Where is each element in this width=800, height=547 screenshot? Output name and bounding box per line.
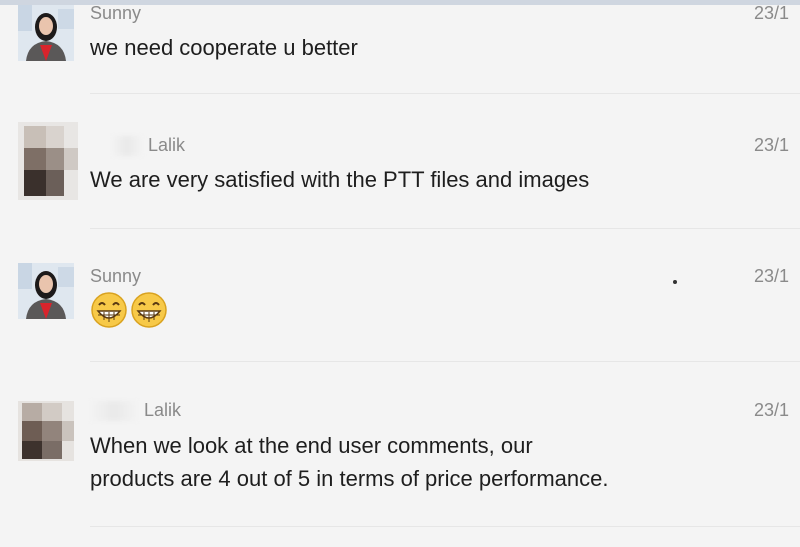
sunny-avatar-image [18,263,74,319]
avatar-lalik[interactable] [18,122,78,200]
sender-name: Sunny [90,266,142,286]
message-time: 23/1 [754,266,790,286]
message-item[interactable]: Lalik 23/1 When we look at the end user … [0,393,800,528]
lalik-avatar-image [18,401,74,461]
cursor-dot [673,280,677,284]
sunny-avatar-image [18,5,74,61]
message-divider [90,228,800,229]
message-divider [90,526,800,527]
message-time: 23/1 [754,135,790,155]
message-divider [90,361,800,362]
message-text[interactable]: we need cooperate u better [90,31,780,64]
avatar-sunny[interactable] [18,263,74,319]
redacted-name [88,401,140,422]
message-item[interactable]: Sunny 23/1 [0,263,800,363]
message-line: products are 4 out of 5 in terms of pric… [90,466,609,491]
sender-name-text: Lalik [144,400,182,420]
message-text[interactable]: When we look at the end user comments, o… [90,429,780,495]
message-divider [90,93,800,94]
redacted-name [110,136,144,157]
sender-name: Lalik [110,135,186,157]
message-item[interactable]: Sunny 23/1 we need cooperate u better [0,3,800,95]
message-time: 23/1 [754,3,790,23]
message-emojis[interactable] [90,291,780,329]
sender-name-text: Lalik [148,135,186,155]
sender-name: Sunny [90,3,142,23]
avatar-lalik[interactable] [18,401,74,461]
message-time: 23/1 [754,400,790,420]
message-item[interactable]: Lalik 23/1 We are very satisfied with th… [0,100,800,230]
message-line: When we look at the end user comments, o… [90,433,533,458]
sender-name: Lalik [88,400,182,422]
chat-history[interactable]: Sunny 23/1 we need cooperate u better La… [0,3,800,547]
lalik-avatar-image [18,122,78,200]
message-text[interactable]: We are very satisfied with the PTT files… [90,163,780,196]
grinning-face-icon [131,292,167,328]
avatar-sunny[interactable] [18,5,74,61]
grinning-face-icon [91,292,127,328]
